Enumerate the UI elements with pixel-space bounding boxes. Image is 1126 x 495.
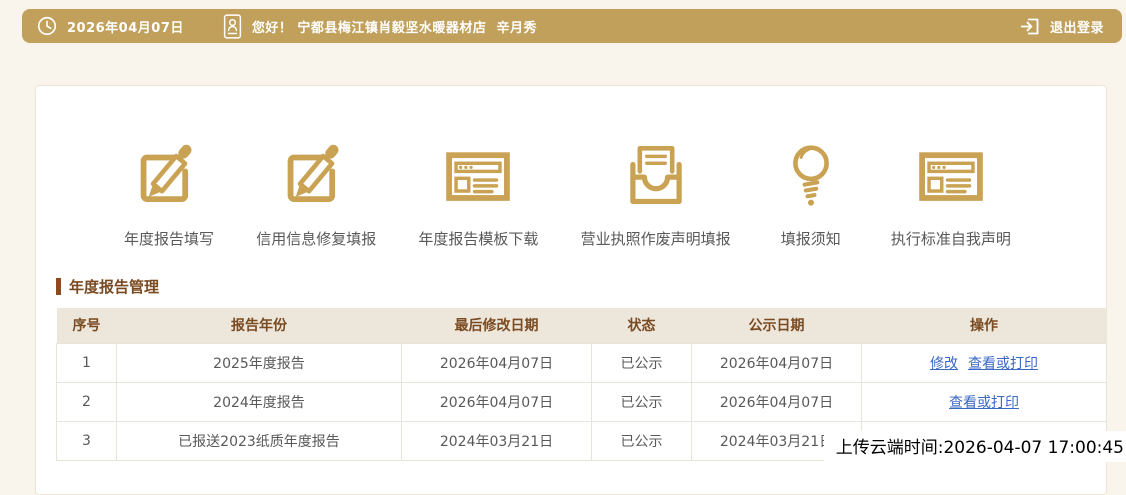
inbox-document-icon: [618, 136, 694, 216]
cell-operation: 查看或打印: [862, 382, 1107, 421]
top-bar: 2026年04月07日 您好！ 宁都县梅江镇肖毅坚水暖器材店 辛月秀 退出登录: [22, 9, 1122, 43]
col-operation: 操作: [862, 308, 1107, 343]
cell-status: 已公示: [592, 343, 692, 382]
quick-actions-row: 年度报告填写 信用信息修复填报: [36, 86, 1106, 249]
logout-icon: [1020, 16, 1041, 37]
current-date: 2026年04月07日: [67, 17, 184, 36]
col-report-year: 报告年份: [117, 308, 402, 343]
cell-last-modified: 2026年04月07日: [402, 343, 592, 382]
cell-report-year: 已报送2023纸质年度报告: [117, 421, 402, 460]
col-public-date: 公示日期: [692, 308, 862, 343]
action-label: 填报须知: [781, 228, 841, 249]
action-label: 营业执照作废声明填报: [581, 228, 731, 249]
col-last-modified: 最后修改日期: [402, 308, 592, 343]
edit-square-icon: [278, 136, 354, 216]
col-index: 序号: [57, 308, 117, 343]
user-badge-icon: [222, 13, 243, 40]
view-or-print-link[interactable]: 查看或打印: [949, 395, 1019, 411]
action-credit-repair[interactable]: 信用信息修复填报: [256, 136, 376, 249]
cell-index: 2: [57, 382, 117, 421]
section-title-text: 年度报告管理: [69, 276, 159, 297]
cell-public-date: 2026年04月07日: [692, 382, 862, 421]
cell-last-modified: 2026年04月07日: [402, 382, 592, 421]
section-title: 年度报告管理: [56, 276, 1106, 297]
clock-icon: [36, 15, 58, 37]
logout-button[interactable]: 退出登录: [1020, 16, 1122, 37]
cell-report-year: 2025年度报告: [117, 343, 402, 382]
table-header-row: 序号 报告年份 最后修改日期 状态 公示日期 操作: [57, 308, 1107, 343]
current-date-group: 2026年04月07日: [22, 15, 184, 37]
cell-status: 已公示: [592, 382, 692, 421]
upload-cloud-time: 上传云端时间:2026-04-07 17:00:45: [824, 431, 1126, 462]
action-label: 信用信息修复填报: [256, 228, 376, 249]
modify-link[interactable]: 修改: [930, 356, 958, 372]
action-standard-self-declare[interactable]: 执行标准自我声明: [891, 136, 1011, 249]
action-template-download[interactable]: 年度报告模板下载: [418, 136, 538, 249]
table-row: 2 2024年度报告 2026年04月07日 已公示 2026年04月07日 查…: [57, 382, 1107, 421]
cell-report-year: 2024年度报告: [117, 382, 402, 421]
cell-public-date: 2026年04月07日: [692, 343, 862, 382]
edit-square-icon: [131, 136, 207, 216]
cell-status: 已公示: [592, 421, 692, 460]
action-annual-report-fill[interactable]: 年度报告填写: [124, 136, 214, 249]
user-greeting-group: 您好！ 宁都县梅江镇肖毅坚水暖器材店 辛月秀: [222, 13, 537, 40]
user-greeting: 您好！ 宁都县梅江镇肖毅坚水暖器材店 辛月秀: [252, 17, 537, 36]
table-row: 1 2025年度报告 2026年04月07日 已公示 2026年04月07日 修…: [57, 343, 1107, 382]
cell-index: 3: [57, 421, 117, 460]
action-license-cancel-declare[interactable]: 营业执照作废声明填报: [581, 136, 731, 249]
logout-label: 退出登录: [1050, 17, 1104, 36]
action-label: 执行标准自我声明: [891, 228, 1011, 249]
lightbulb-icon: [773, 136, 849, 216]
action-filing-notice[interactable]: 填报须知: [773, 136, 849, 249]
cell-operation: 修改查看或打印: [862, 343, 1107, 382]
template-page-icon: [913, 136, 989, 216]
template-page-icon: [440, 136, 516, 216]
cell-last-modified: 2024年03月21日: [402, 421, 592, 460]
action-label: 年度报告模板下载: [418, 228, 538, 249]
section-title-bar: [56, 278, 61, 295]
col-status: 状态: [592, 308, 692, 343]
view-or-print-link[interactable]: 查看或打印: [968, 356, 1038, 372]
cell-index: 1: [57, 343, 117, 382]
action-label: 年度报告填写: [124, 228, 214, 249]
